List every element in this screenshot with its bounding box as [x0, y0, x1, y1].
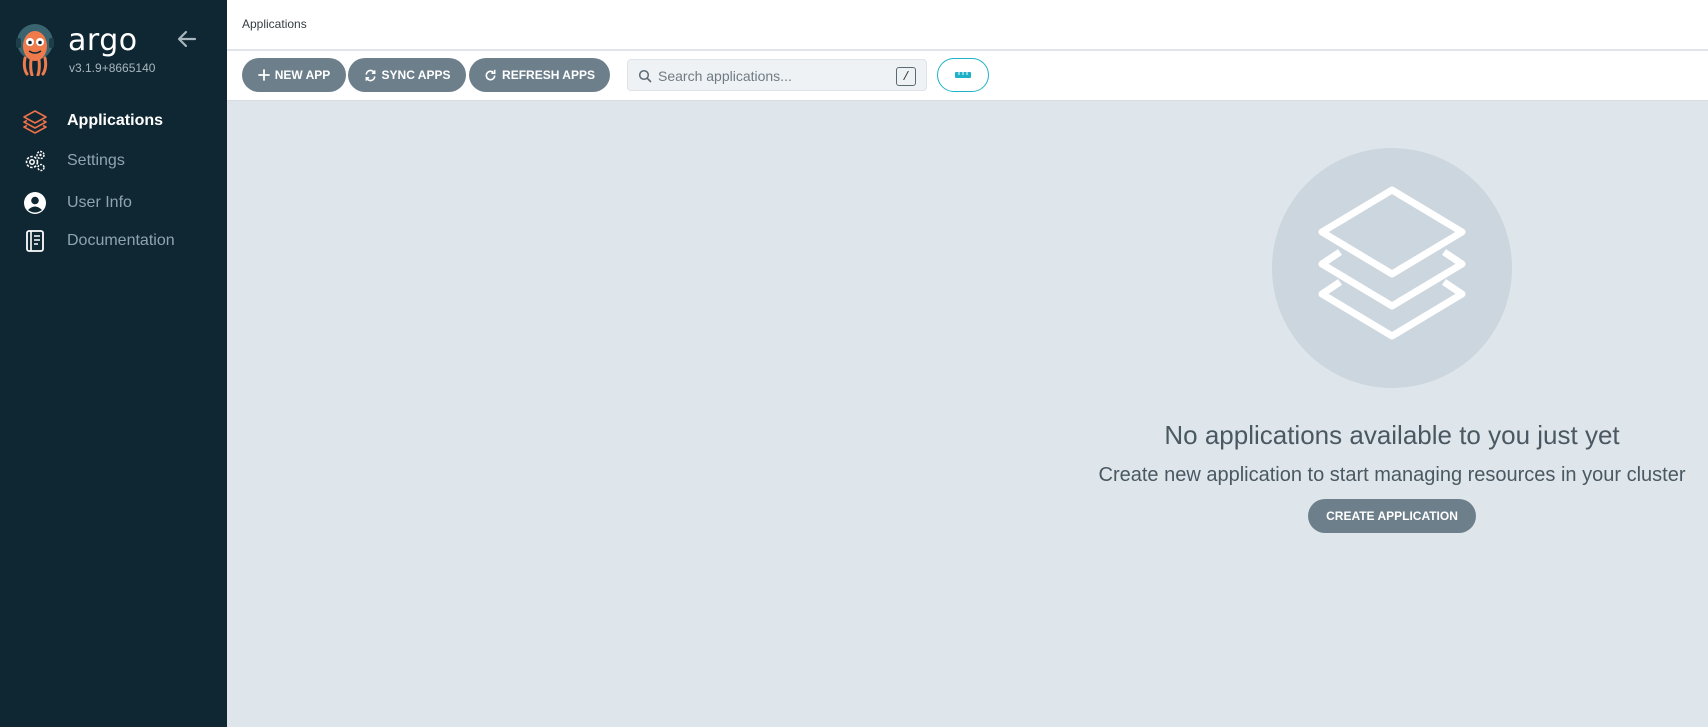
view-tiles-icon [955, 72, 971, 78]
sync-apps-label: SYNC APPS [381, 68, 451, 82]
new-app-button[interactable]: NEW APP [242, 58, 346, 92]
user-circle-icon [22, 190, 48, 216]
refresh-apps-label: REFRESH APPS [502, 68, 595, 82]
collapse-sidebar-icon[interactable] [176, 28, 198, 50]
app-version: v3.1.9+8665140 [69, 61, 156, 75]
empty-state-illustration [1272, 148, 1512, 388]
view-toggle-button[interactable] [937, 58, 989, 92]
sidebar-item-user-info[interactable]: User Info [0, 187, 227, 219]
sidebar-item-documentation[interactable]: Documentation [0, 225, 227, 257]
brand-name: argo [68, 23, 138, 58]
search-shortcut-hint: / [896, 67, 916, 86]
sync-apps-button[interactable]: SYNC APPS [348, 58, 466, 92]
create-application-button[interactable]: CREATE APPLICATION [1308, 499, 1476, 533]
sidebar-item-label: User Info [67, 194, 132, 211]
search-icon [638, 69, 652, 83]
gears-icon [22, 148, 48, 174]
sidebar-item-label: Applications [67, 112, 164, 129]
empty-state-title: No applications available to you just ye… [1164, 420, 1620, 450]
toolbar: NEW APP SYNC APPS REFRESH APPS / [227, 51, 1708, 101]
book-icon [22, 228, 48, 254]
top-bar: Applications [227, 0, 1708, 50]
sidebar-item-settings[interactable]: Settings [0, 145, 227, 177]
sidebar-item-label: Settings [67, 152, 125, 169]
sync-icon [365, 69, 376, 81]
search-input[interactable] [658, 65, 878, 87]
sidebar-item-label: Documentation [67, 232, 175, 249]
plus-icon [257, 69, 270, 81]
sidebar-item-applications[interactable]: Applications [0, 105, 227, 137]
page-title: Applications [242, 17, 307, 31]
argo-logo [16, 24, 54, 76]
search-box: / [627, 59, 927, 91]
refresh-icon [485, 69, 496, 80]
refresh-apps-button[interactable]: REFRESH APPS [469, 58, 610, 92]
new-app-label: NEW APP [274, 68, 331, 82]
sidebar: argo v3.1.9+8665140 Applications Setting… [0, 0, 227, 727]
layers-icon [1318, 186, 1466, 340]
layers-icon [22, 108, 48, 134]
empty-state-subtitle: Create new application to start managing… [1098, 464, 1686, 486]
